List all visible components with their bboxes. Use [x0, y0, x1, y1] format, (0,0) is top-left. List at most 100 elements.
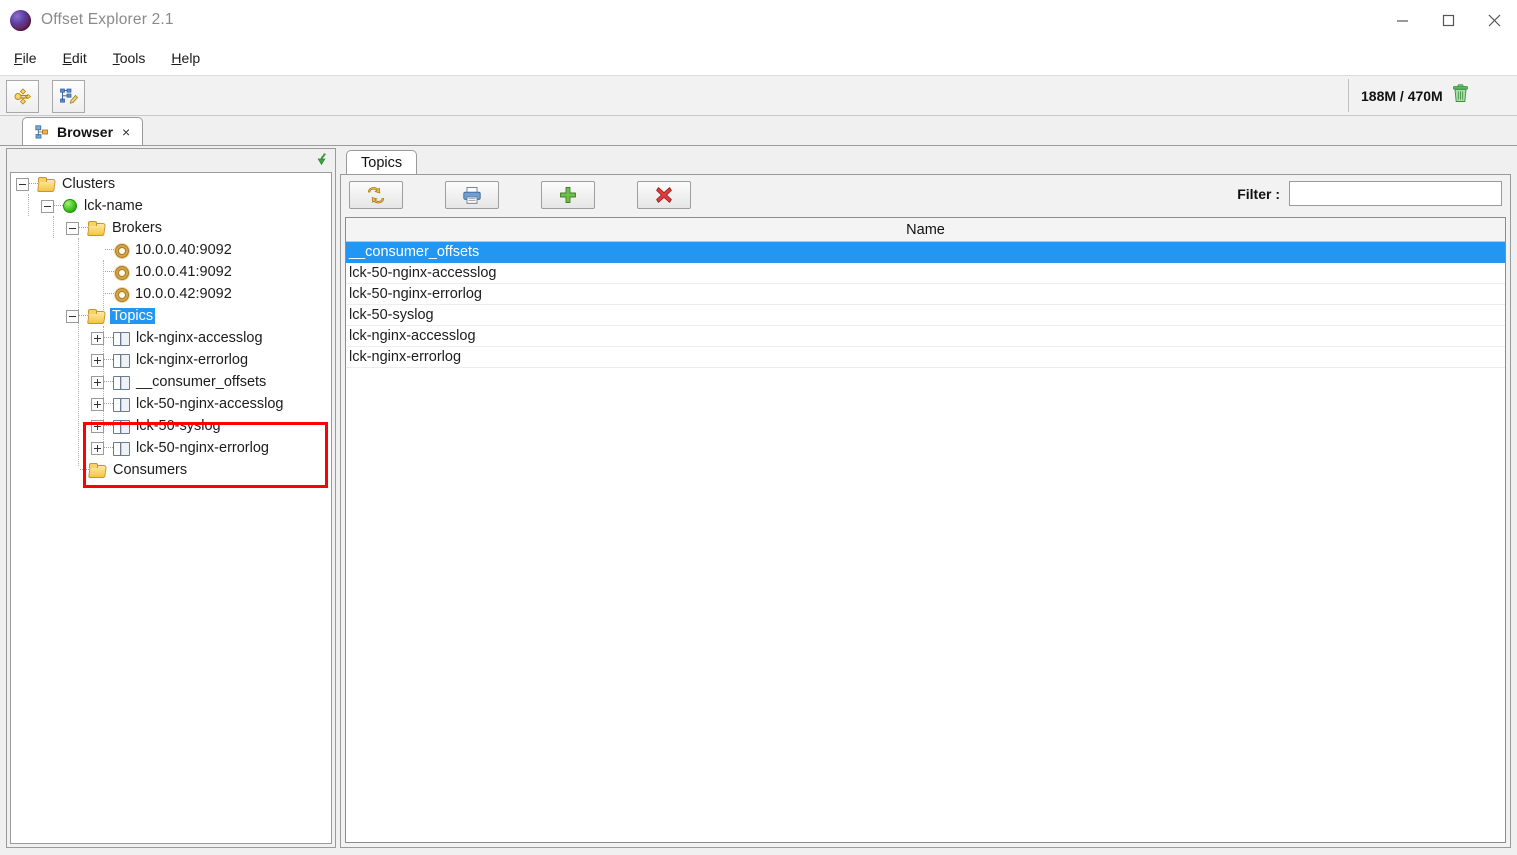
- gear-icon: [114, 265, 129, 280]
- topic-icon: [113, 375, 130, 390]
- tree-item-label: 10.0.0.42:9092: [135, 286, 232, 302]
- tree-item-consumers[interactable]: Consumers: [11, 459, 331, 481]
- tree-expander-minus[interactable]: [66, 221, 79, 235]
- menu-edit[interactable]: Edit: [51, 47, 99, 69]
- cluster-tree[interactable]: Clusters lck-name Brokers 10.0.0.40:9092 10.…: [10, 172, 332, 844]
- tree-item-label: Topics: [110, 308, 156, 324]
- status-dot-icon: [63, 199, 77, 213]
- tree-item-label: lck-50-nginx-errorlog: [136, 440, 269, 456]
- tree-item-10-0-0-41-9092[interactable]: 10.0.0.41:9092: [11, 261, 331, 283]
- tree-item-label: lck-nginx-accesslog: [136, 330, 263, 346]
- table-row[interactable]: lck-50-syslog: [346, 305, 1505, 326]
- menu-file[interactable]: FFileile: [2, 47, 49, 69]
- topics-toolbar: Filter :: [341, 175, 1510, 215]
- tree-guide: [80, 469, 89, 471]
- tab-close-icon[interactable]: ×: [120, 124, 132, 140]
- title-bar: Offset Explorer 2.1: [0, 0, 1517, 40]
- gear-icon: [114, 243, 129, 258]
- cell-name: lck-nginx-errorlog: [349, 349, 462, 365]
- filter-label: Filter :: [1237, 185, 1280, 202]
- tree-item-label: Clusters: [62, 176, 116, 192]
- tree-guide: [104, 337, 113, 339]
- cell-name: lck-nginx-accesslog: [349, 328, 476, 344]
- topics-panel-body: Filter : Name __consumer_offsets lck-50-n…: [340, 174, 1511, 848]
- print-button[interactable]: [445, 181, 499, 209]
- tree-expander-plus[interactable]: [91, 441, 104, 455]
- tree-item-lck-nginx-errorlog[interactable]: lck-nginx-errorlog: [11, 349, 331, 371]
- menu-bar: FFileile Edit Tools Help: [0, 40, 1517, 76]
- tree-expander-minus[interactable]: [16, 177, 29, 191]
- tree-item-topics[interactable]: Topics: [11, 305, 331, 327]
- tree-expander-plus[interactable]: [91, 419, 104, 433]
- tree-rows: Clusters lck-name Brokers 10.0.0.40:9092 10.…: [11, 173, 331, 481]
- add-topic-button[interactable]: [541, 181, 595, 209]
- tree-item-label: Consumers: [113, 462, 188, 478]
- tab-topics[interactable]: Topics: [346, 150, 418, 175]
- tree-item-lck-name[interactable]: lck-name: [11, 195, 331, 217]
- tree-expander-plus[interactable]: [91, 397, 104, 411]
- window-title: Offset Explorer 2.1: [41, 11, 174, 28]
- cell-name: __consumer_offsets: [349, 244, 480, 260]
- editor-tab-strip: Browser ×: [0, 116, 1517, 146]
- sphere-icon: [10, 9, 31, 31]
- minimize-icon[interactable]: [1379, 0, 1425, 40]
- maximize-icon[interactable]: [1425, 0, 1471, 40]
- topics-table[interactable]: Name __consumer_offsets lck-50-nginx-acce…: [345, 217, 1506, 843]
- tree-item-10-0-0-42-9092[interactable]: 10.0.0.42:9092: [11, 283, 331, 305]
- tree-guide: [104, 359, 113, 361]
- tree-expander-minus[interactable]: [66, 309, 79, 323]
- main-toolbar: 188M / 470M: [0, 76, 1517, 116]
- menu-tools[interactable]: Tools: [101, 47, 158, 69]
- filter-input[interactable]: [1289, 181, 1502, 206]
- memory-indicator[interactable]: 188M / 470M: [1348, 79, 1511, 112]
- table-row[interactable]: __consumer_offsets: [346, 242, 1505, 263]
- tree-panel-header: [7, 149, 335, 171]
- tree-item-label: lck-50-syslog: [136, 418, 221, 434]
- topics-tab-strip: Topics: [340, 148, 1511, 175]
- table-row[interactable]: lck-nginx-errorlog: [346, 347, 1505, 368]
- tree-item-clusters[interactable]: Clusters: [11, 173, 331, 195]
- window-controls: [1379, 0, 1517, 40]
- tree-item-lck-50-syslog[interactable]: lck-50-syslog: [11, 415, 331, 437]
- tree-item-label: 10.0.0.41:9092: [135, 264, 232, 280]
- tree-expander-plus[interactable]: [91, 375, 104, 389]
- tree-item-label: lck-nginx-errorlog: [136, 352, 249, 368]
- tree-expander-plus[interactable]: [91, 353, 104, 367]
- tree-guide: [104, 425, 113, 427]
- topic-icon: [113, 331, 130, 346]
- delete-topic-button[interactable]: [637, 181, 691, 209]
- tab-browser[interactable]: Browser ×: [22, 117, 144, 145]
- hierarchy-icon: [35, 124, 50, 139]
- tree-expander-plus[interactable]: [91, 331, 104, 345]
- topics-panel: Topics Filter: Name __consumer_offsets …: [340, 148, 1511, 848]
- column-header-name[interactable]: Name: [346, 218, 1505, 242]
- menu-help[interactable]: Help: [159, 47, 212, 69]
- table-row[interactable]: lck-50-nginx-errorlog: [346, 284, 1505, 305]
- tree-item-label: Brokers: [112, 220, 162, 236]
- add-cluster-button[interactable]: [6, 80, 39, 113]
- table-row[interactable]: lck-nginx-accesslog: [346, 326, 1505, 347]
- tree-item-lck-50-nginx-errorlog[interactable]: lck-50-nginx-errorlog: [11, 437, 331, 459]
- trash-icon[interactable]: [1452, 83, 1469, 108]
- tree-item-lck-50-nginx-accesslog[interactable]: lck-50-nginx-accesslog: [11, 393, 331, 415]
- topic-icon: [113, 353, 130, 368]
- tree-guide: [29, 183, 38, 185]
- folder-icon: [88, 221, 105, 235]
- close-icon[interactable]: [1471, 0, 1517, 40]
- edit-cluster-button[interactable]: [52, 80, 85, 113]
- table-row[interactable]: lck-50-nginx-accesslog: [346, 263, 1505, 284]
- tree-guide: [104, 447, 113, 449]
- tree-item-lck-nginx-accesslog[interactable]: lck-nginx-accesslog: [11, 327, 331, 349]
- tree-item-consumer-offsets[interactable]: __consumer_offsets: [11, 371, 331, 393]
- green-down-arrow-icon[interactable]: [313, 152, 330, 168]
- topic-icon: [113, 397, 130, 412]
- tree-item-label: 10.0.0.40:9092: [135, 242, 232, 258]
- filter-group: Filter :: [1237, 181, 1502, 206]
- tree-item-brokers[interactable]: Brokers: [11, 217, 331, 239]
- folder-icon: [88, 309, 105, 323]
- tree-expander-minus[interactable]: [41, 199, 54, 213]
- tree-item-10-0-0-40-9092[interactable]: 10.0.0.40:9092: [11, 239, 331, 261]
- tree-guide: [105, 249, 114, 251]
- tree-guide: [54, 205, 63, 207]
- refresh-button[interactable]: [349, 181, 403, 209]
